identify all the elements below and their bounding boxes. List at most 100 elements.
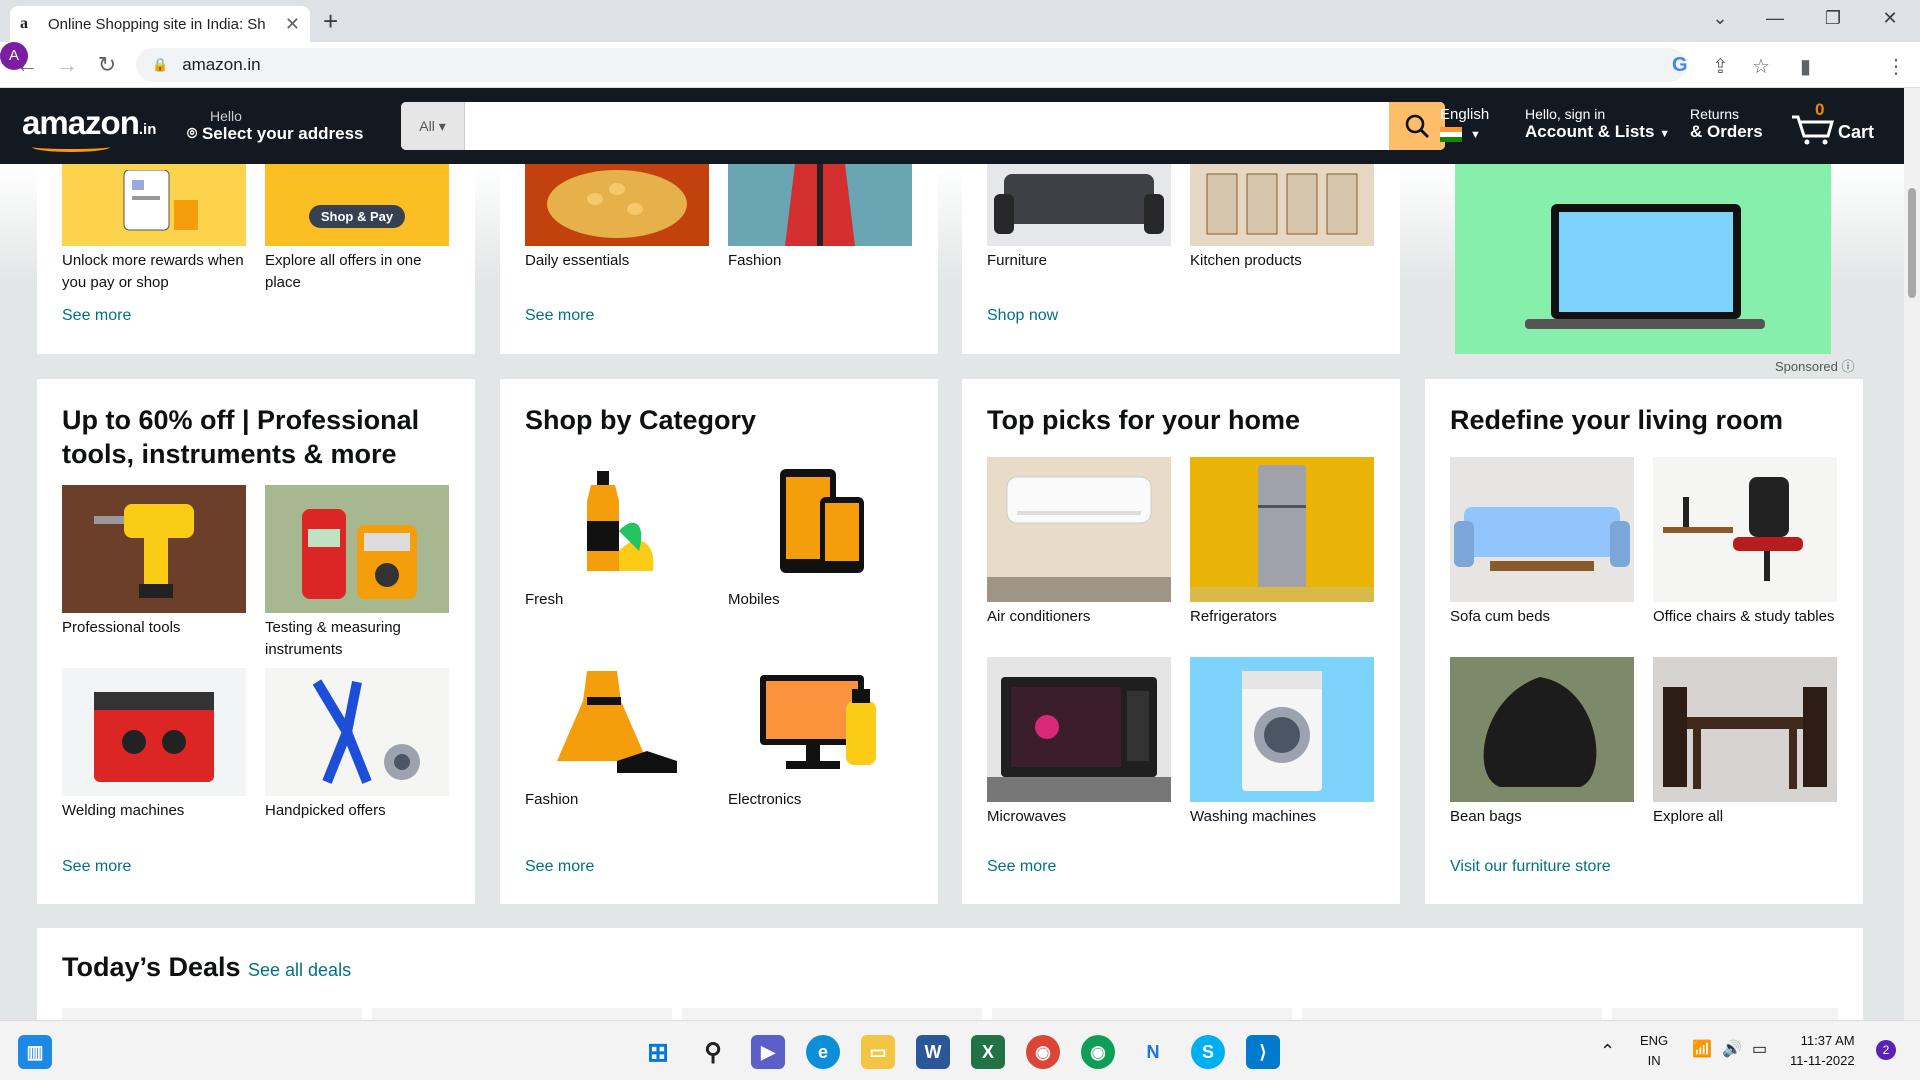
deal-item[interactable] <box>62 1008 362 1020</box>
delivery-address[interactable]: Hello ⌾ Select your address <box>187 108 364 144</box>
shop-now-link[interactable]: Shop now <box>987 307 1058 325</box>
close-window-icon[interactable]: ✕ <box>1875 8 1905 29</box>
sponsored-ad-laptop[interactable] <box>1455 164 1831 354</box>
chrome-profile-icon[interactable]: ◉ <box>1081 1035 1115 1069</box>
electronics-image <box>728 657 912 785</box>
sponsored-label: Sponsored ⓘ <box>1775 356 1855 375</box>
browser-tab[interactable]: a Online Shopping site in India: Sh ✕ <box>10 6 310 42</box>
tile-label: Furniture <box>987 252 1048 269</box>
tile-electronics[interactable]: Electronics <box>728 657 918 811</box>
tile-handpicked-offers[interactable]: Handpicked offers <box>265 668 455 822</box>
tile-microwaves[interactable]: Microwaves <box>987 657 1177 828</box>
see-more-link[interactable]: See more <box>525 858 594 876</box>
volume-icon[interactable]: 🔊 <box>1722 1039 1742 1059</box>
tile-welding-machines[interactable]: Welding machines <box>62 668 252 822</box>
widgets-icon[interactable]: ▥ <box>18 1035 52 1069</box>
sofa-cum-beds-image <box>1450 457 1634 602</box>
tile-furniture[interactable]: Furniture <box>987 164 1177 272</box>
google-lens-icon[interactable]: G <box>1672 54 1688 77</box>
tile-daily-essentials[interactable]: Daily essentials <box>525 164 715 272</box>
dining-table-icon <box>1663 687 1827 789</box>
bean-bags-image <box>1450 657 1634 802</box>
reload-icon[interactable]: ↻ <box>92 52 122 78</box>
tile-testing-instruments[interactable]: Testing & measuring instruments <box>265 485 455 661</box>
tile-fresh[interactable]: Fresh <box>525 457 715 611</box>
air-conditioners-image <box>987 457 1171 602</box>
see-more-link[interactable]: See more <box>62 858 131 876</box>
see-all-deals-link[interactable]: See all deals <box>248 960 351 981</box>
see-more-link[interactable]: See more <box>987 858 1056 876</box>
battery-icon[interactable]: ▭ <box>1752 1039 1767 1059</box>
returns-label: Returns <box>1690 106 1740 122</box>
tile-rewards[interactable]: Unlock more rewards when you pay or shop <box>62 164 252 294</box>
excel-icon[interactable]: X <box>971 1035 1005 1069</box>
search-icon[interactable]: ⚲ <box>696 1035 730 1069</box>
search-button[interactable] <box>1389 102 1445 150</box>
close-tab-icon[interactable]: ✕ <box>285 14 300 35</box>
orders-label: & Orders <box>1690 122 1763 141</box>
wifi-icon[interactable]: 📶 <box>1692 1039 1712 1059</box>
kitchen-image <box>1190 164 1374 246</box>
back-icon[interactable]: ← <box>12 52 42 78</box>
minimize-icon[interactable]: — <box>1760 8 1790 29</box>
tile-bean-bags[interactable]: Bean bags <box>1450 657 1640 828</box>
word-icon[interactable]: W <box>916 1035 950 1069</box>
windows-start-icon[interactable]: ⊞ <box>641 1035 675 1069</box>
skype-icon[interactable]: S <box>1191 1035 1225 1069</box>
tile-label: Electronics <box>728 791 802 808</box>
tile-fashion[interactable]: Fashion <box>728 164 918 272</box>
deal-item[interactable] <box>1302 1008 1602 1020</box>
tile-fashion-category[interactable]: Fashion <box>525 657 715 811</box>
app-icon[interactable]: N <box>1136 1035 1170 1069</box>
tile-office-chairs[interactable]: Office chairs & study tables <box>1653 457 1843 628</box>
bookmark-star-icon[interactable]: ☆ <box>1752 54 1770 79</box>
restore-icon[interactable]: ❐ <box>1818 8 1848 29</box>
deal-item[interactable] <box>992 1008 1292 1020</box>
share-icon[interactable]: ⇪ <box>1712 54 1729 79</box>
tile-kitchen[interactable]: Kitchen products <box>1190 164 1380 272</box>
tile-mobiles[interactable]: Mobiles <box>728 457 918 611</box>
account-greeting: Hello, sign in <box>1525 106 1606 122</box>
deal-item[interactable] <box>682 1008 982 1020</box>
amazon-logo[interactable]: amazon.in <box>22 104 156 152</box>
see-more-link[interactable]: See more <box>62 307 131 325</box>
side-panel-icon[interactable]: ▮ <box>1800 54 1811 79</box>
returns-orders[interactable]: Returns & Orders <box>1690 106 1763 142</box>
tile-offers[interactable]: Shop & Pay Explore all offers in one pla… <box>265 164 455 294</box>
account-lists[interactable]: Hello, sign in Account & Lists ▼ <box>1525 106 1670 142</box>
see-more-link[interactable]: See more <box>525 307 594 325</box>
edge-icon[interactable]: e <box>806 1035 840 1069</box>
vscode-icon[interactable]: ⟩ <box>1246 1035 1280 1069</box>
tile-washing-machines[interactable]: Washing machines <box>1190 657 1380 828</box>
forward-icon[interactable]: → <box>52 52 82 78</box>
clock[interactable]: 11:37 AM 11-11-2022 <box>1790 1031 1855 1071</box>
cart-button[interactable]: 0 Cart <box>1790 100 1890 150</box>
furniture-store-link[interactable]: Visit our furniture store <box>1450 858 1611 876</box>
teams-chat-icon[interactable]: ▶ <box>751 1035 785 1069</box>
language-selector[interactable]: English ▼ <box>1440 106 1489 142</box>
input-language[interactable]: ENG IN <box>1640 1031 1668 1071</box>
show-hidden-icons-icon[interactable]: ⌃ <box>1600 1041 1615 1062</box>
notification-badge[interactable]: 2 <box>1876 1040 1896 1060</box>
category-label: All <box>419 118 435 134</box>
scrollbar-thumb[interactable] <box>1908 188 1916 298</box>
tab-search-icon[interactable]: ⌄ <box>1705 8 1735 29</box>
language-label: English <box>1440 106 1490 123</box>
chrome-icon[interactable]: ◉ <box>1026 1035 1060 1069</box>
tile-refrigerators[interactable]: Refrigerators <box>1190 457 1380 628</box>
new-tab-icon[interactable]: + <box>323 6 338 37</box>
search-category-select[interactable]: All ▾ <box>401 102 465 150</box>
fashion-category-image <box>525 657 709 785</box>
address-bar[interactable]: 🔒 amazon.in <box>136 48 1686 82</box>
page-scrollbar[interactable] <box>1904 88 1920 1020</box>
file-explorer-icon[interactable]: ▭ <box>861 1035 895 1069</box>
chrome-menu-icon[interactable]: ⋮ <box>1886 54 1906 79</box>
deal-item[interactable] <box>372 1008 672 1020</box>
info-icon[interactable]: ⓘ <box>1842 359 1855 374</box>
deal-item[interactable] <box>1612 1008 1838 1020</box>
tile-air-conditioners[interactable]: Air conditioners <box>987 457 1177 628</box>
search-input[interactable] <box>465 102 1389 150</box>
tile-professional-tools[interactable]: Professional tools <box>62 485 252 639</box>
tile-sofa-cum-beds[interactable]: Sofa cum beds <box>1450 457 1640 628</box>
tile-explore-all[interactable]: Explore all <box>1653 657 1843 828</box>
